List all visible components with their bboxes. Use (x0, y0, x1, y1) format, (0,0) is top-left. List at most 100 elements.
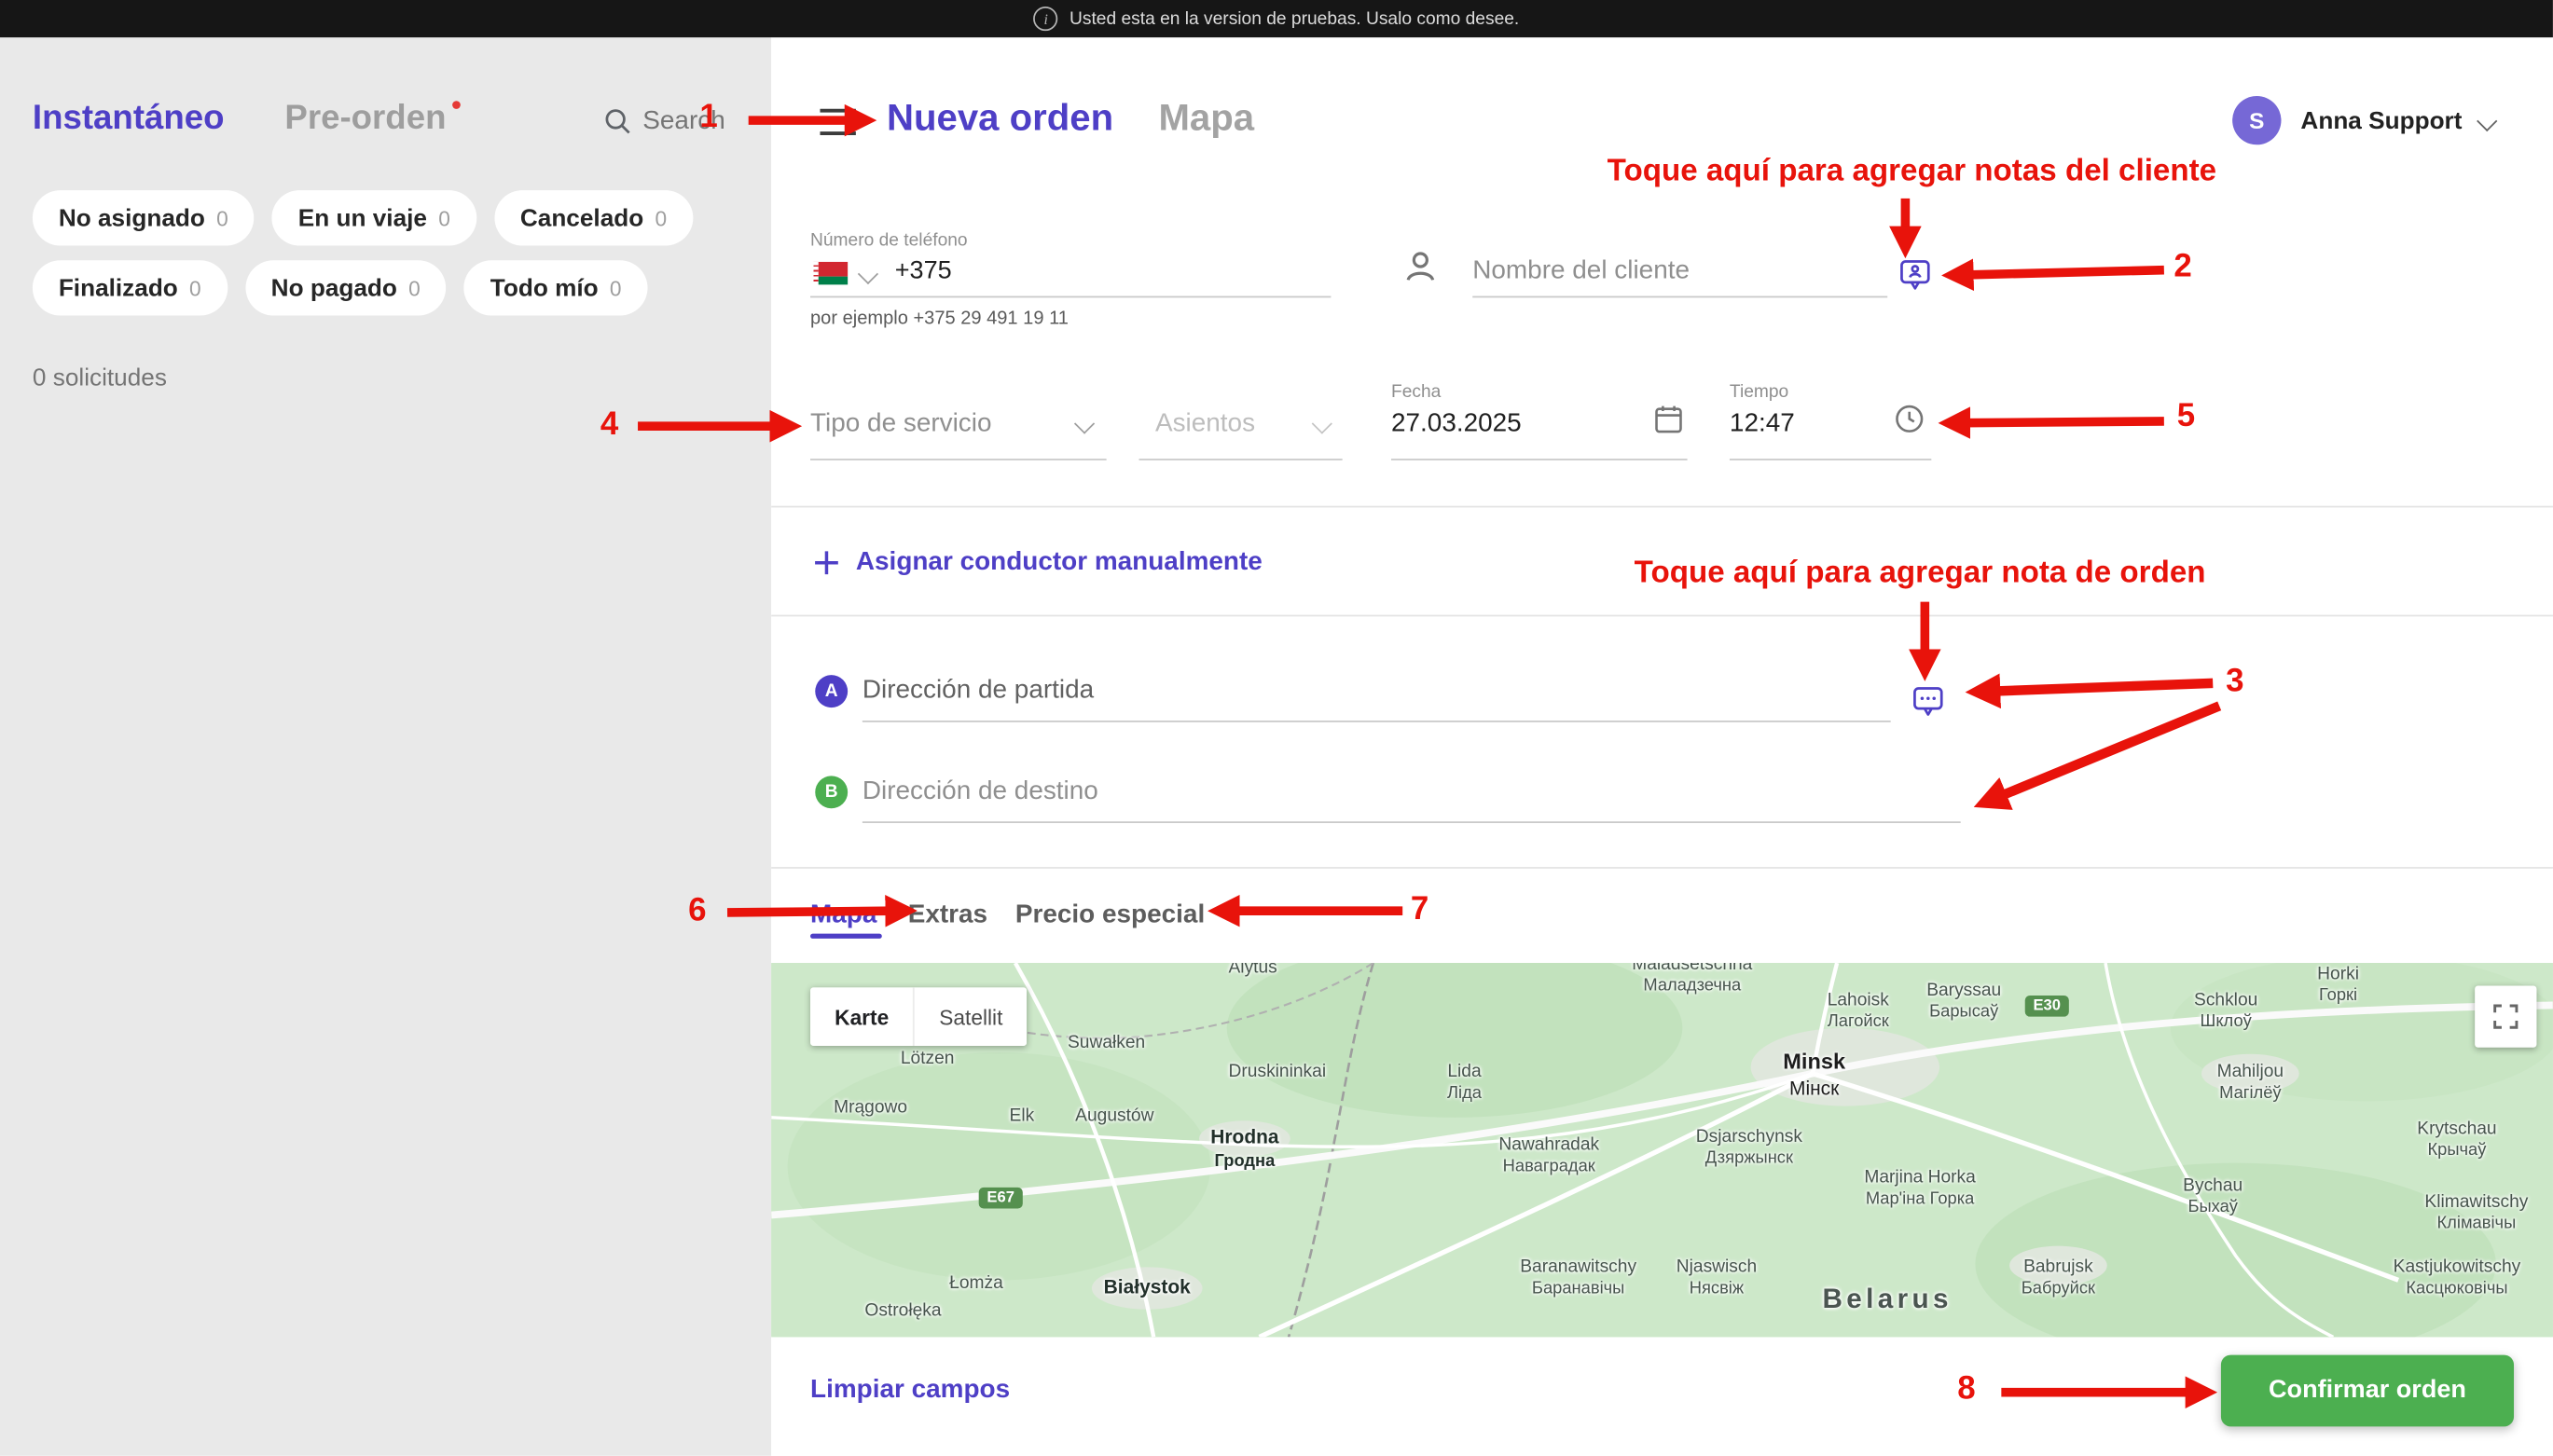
map-label: Dsjarschynsk Дзяржынск (1695, 1127, 1802, 1169)
active-tab-underline (810, 933, 882, 939)
app: i Usted esta en la version de pruebas. U… (0, 0, 2553, 1456)
map-label: Elk (1009, 1106, 1035, 1126)
divider (771, 614, 2553, 617)
map-label: Marjina Horka Мар'іна Горка (1864, 1167, 1976, 1210)
map-label: Bychau Быхаў (2183, 1175, 2243, 1217)
map-label: Lahoisk Лагойск (1827, 990, 1889, 1032)
hamburger-menu-icon[interactable] (819, 107, 858, 144)
tab-precio-especial[interactable]: Precio especial (1015, 901, 1205, 930)
order-note-icon[interactable] (1911, 683, 1946, 719)
map-canvas[interactable]: Alytus Maladsetschna Маладзечна Lahoisk Лаго… (771, 963, 2553, 1338)
divider (771, 505, 2553, 508)
time-input[interactable]: 12:47 (1730, 410, 1795, 439)
chevron-down-icon[interactable] (2477, 110, 2498, 132)
phone-underline[interactable] (810, 295, 1332, 298)
map-label: Łomża (949, 1273, 1003, 1294)
chip-count: 0 (216, 205, 228, 230)
chip-no-asignado[interactable]: No asignado 0 (32, 190, 255, 246)
clear-fields-link[interactable]: Limpiar campos (810, 1376, 1010, 1405)
tab-mapa[interactable]: Mapa (810, 901, 876, 930)
dropoff-marker-b: B (815, 776, 849, 809)
belarus-flag-selector[interactable] (813, 261, 849, 285)
phone-hint: por ejemplo +375 29 491 19 11 (810, 309, 1069, 329)
pickup-marker-a: A (815, 675, 849, 708)
chip-label: No asignado (58, 203, 205, 232)
client-note-icon[interactable] (1898, 257, 1933, 293)
flag-red-band (818, 261, 849, 277)
date-underline (1390, 459, 1688, 460)
chip-en-un-viaje[interactable]: En un viaje 0 (271, 190, 476, 246)
map-label: Augustów (1075, 1106, 1154, 1126)
chip-count: 0 (655, 205, 668, 230)
avatar[interactable]: S (2232, 95, 2282, 145)
chip-label: Finalizado (58, 274, 178, 302)
calendar-icon[interactable] (1651, 402, 1686, 436)
tab-mapa-header[interactable]: Mapa (1158, 96, 1254, 140)
trial-banner-text: Usted esta en la version de pruebas. Usa… (1069, 8, 1520, 29)
chevron-down-icon[interactable] (1311, 413, 1332, 434)
flag-green-band (818, 276, 849, 285)
chevron-down-icon[interactable] (1073, 413, 1096, 434)
map-label: Lötzen (900, 1049, 955, 1069)
map-label: Hrodna Гродна (1210, 1125, 1279, 1171)
sidebar-tab-preorden[interactable]: Pre-orden (284, 99, 462, 138)
tab-extras[interactable]: Extras (908, 901, 987, 930)
map-label: Białystok (1103, 1275, 1191, 1298)
map-button-karte[interactable]: Karte (810, 987, 914, 1047)
confirm-order-button[interactable]: Confirmar orden (2220, 1354, 2515, 1427)
service-type-select[interactable]: Tipo de servicio (810, 410, 991, 439)
service-underline (810, 459, 1107, 460)
map-label: Druskininkai (1228, 1062, 1327, 1082)
person-icon (1400, 245, 1442, 287)
map-button-satellit[interactable]: Satellit (913, 987, 1028, 1047)
fullscreen-icon (2493, 1004, 2518, 1029)
map-label: Maladsetschna Маладзечна (1632, 963, 1753, 996)
client-name-input[interactable]: Nombre del cliente (1472, 257, 1690, 286)
requests-count: 0 solicitudes (32, 364, 167, 392)
clock-icon[interactable] (1892, 402, 1926, 436)
map-labels: Alytus Maladsetschna Маладзечна Lahoisk Лаго… (771, 963, 2553, 1337)
chip-label: No pagado (270, 274, 397, 302)
map-label: Baranawitschy Баранавічы (1520, 1257, 1637, 1299)
pickup-underline (862, 721, 1891, 722)
chip-count: 0 (189, 275, 201, 300)
date-input[interactable]: 27.03.2025 (1391, 410, 1522, 439)
sidebar: Instantáneo Pre-orden Search No asignado… (0, 37, 772, 1456)
map-label: Lida Ліда (1447, 1062, 1482, 1104)
map-type-controls: Karte Satellit (810, 987, 1028, 1047)
search-input[interactable]: Search (602, 105, 725, 136)
map-label: Mahiljou Магілёў (2216, 1062, 2284, 1104)
divider (771, 867, 2553, 869)
map-label: Horki Горкі (2317, 964, 2359, 1006)
chip-count: 0 (408, 275, 421, 300)
dropoff-underline (862, 821, 1961, 823)
filter-chips: No asignado 0 En un viaje 0 Cancelado 0 Fin… (32, 190, 736, 316)
sidebar-tab-instantaneo[interactable]: Instantáneo (33, 99, 225, 138)
chip-cancelado[interactable]: Cancelado 0 (493, 190, 693, 246)
info-icon: i (1033, 6, 1058, 32)
user-name[interactable]: Anna Support (2300, 107, 2462, 135)
chevron-down-icon[interactable] (857, 263, 879, 285)
assign-driver-link[interactable]: Asignar conductor manualmente (856, 548, 1263, 577)
pickup-address-input[interactable]: Dirección de partida (862, 677, 1094, 706)
chip-no-pagado[interactable]: No pagado 0 (244, 260, 447, 316)
dropoff-address-input[interactable]: Dirección de destino (862, 777, 1098, 806)
phone-prefix[interactable]: +375 (895, 257, 952, 286)
chip-todo-mio[interactable]: Todo mío 0 (463, 260, 648, 316)
phone-label: Número de teléfono (810, 230, 968, 251)
sidebar-tab-preorden-label: Pre-orden (284, 99, 447, 137)
main-panel: Nueva orden Mapa S Anna Support Número d… (771, 37, 2553, 1456)
tab-nueva-orden[interactable]: Nueva orden (887, 96, 1113, 140)
chip-finalizado[interactable]: Finalizado 0 (32, 260, 228, 316)
map-label: Schklou Шклоў (2194, 990, 2258, 1032)
plus-icon[interactable] (810, 546, 843, 579)
chip-count: 0 (609, 275, 622, 300)
client-name-underline[interactable] (1472, 295, 1888, 298)
road-badge: E67 (978, 1187, 1023, 1209)
chip-label: Cancelado (519, 203, 644, 232)
fullscreen-button[interactable] (2475, 985, 2537, 1048)
map-label: Nawahradak Наваградак (1498, 1135, 1600, 1177)
seats-select[interactable]: Asientos (1155, 410, 1255, 439)
map-label: Alytus (1228, 963, 1277, 978)
map-label: Kastjukowitschy Касцюковічы (2393, 1257, 2521, 1299)
